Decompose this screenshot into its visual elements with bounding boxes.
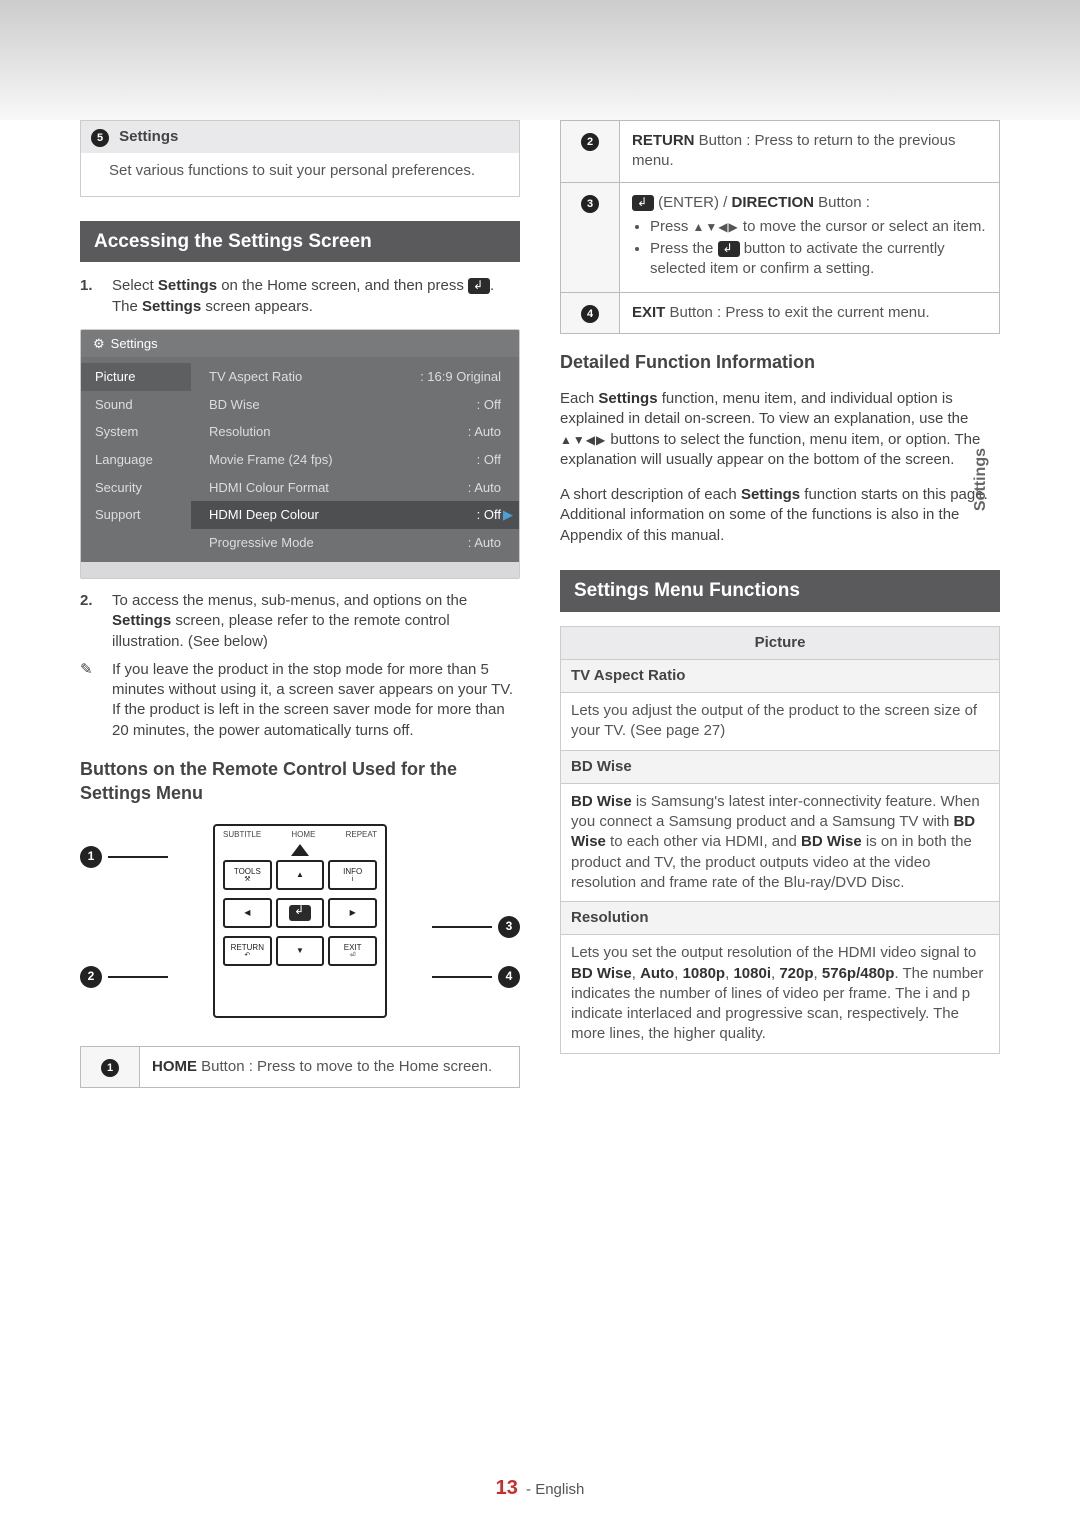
right-button: ▶ bbox=[328, 898, 377, 928]
remote-label-home: HOME bbox=[291, 830, 315, 841]
enter-icon bbox=[632, 195, 654, 211]
legend-3-text: (ENTER) / DIRECTION Button : Press to mo… bbox=[620, 182, 1000, 292]
note-mark: ✎ bbox=[80, 660, 102, 741]
legend-1-num: 1 bbox=[101, 1059, 119, 1077]
pin-4: 4 bbox=[498, 966, 520, 988]
side-tab-label: Settings bbox=[970, 448, 992, 511]
osd-left-item: Picture bbox=[81, 363, 191, 391]
page-top-gradient bbox=[0, 0, 1080, 120]
callout-5-body: Set various functions to suit your perso… bbox=[80, 153, 520, 196]
page-language: - English bbox=[526, 1481, 584, 1498]
legend-table-left: 1 HOME Button : Press to move to the Hom… bbox=[80, 1046, 520, 1088]
return-button: RETURN↶ bbox=[223, 936, 272, 966]
legend-4-num: 4 bbox=[581, 305, 599, 323]
step-1-number: 1. bbox=[80, 276, 102, 317]
left-button: ◀ bbox=[223, 898, 272, 928]
step-1-text: Select Settings on the Home screen, and … bbox=[112, 276, 520, 317]
remote-label-subtitle: SUBTITLE bbox=[223, 830, 261, 841]
osd-left-item: Sound bbox=[81, 391, 191, 419]
picture-section-title: Picture bbox=[560, 626, 1000, 660]
bd-wise-title: BD Wise bbox=[560, 751, 1000, 784]
legend-table-right: 2 RETURN Button : Press to return to the… bbox=[560, 120, 1000, 334]
detailed-info-p2: A short description of each Settings fun… bbox=[560, 485, 1000, 546]
osd-left-item: Support bbox=[81, 501, 191, 529]
pin-2: 2 bbox=[80, 966, 102, 988]
legend-2-num: 2 bbox=[581, 133, 599, 151]
resolution-title: Resolution bbox=[560, 902, 1000, 935]
remote-illustration: SUBTITLE HOME REPEAT TOOLS⚒ ▲ INFOi ◀ ▶ bbox=[213, 824, 387, 1018]
step-2-number: 2. bbox=[80, 591, 102, 652]
enter-icon bbox=[468, 278, 490, 294]
page-number: 13 bbox=[496, 1477, 518, 1499]
legend-1-text: HOME Button : Press to move to the Home … bbox=[140, 1046, 520, 1087]
bd-wise-body: BD Wise is Samsung's latest inter-connec… bbox=[560, 784, 1000, 902]
detailed-info-p1: Each Settings function, menu item, and i… bbox=[560, 389, 1000, 470]
up-button: ▲ bbox=[276, 860, 325, 890]
enter-icon bbox=[289, 905, 311, 921]
detailed-info-heading: Detailed Function Information bbox=[560, 350, 1000, 374]
settings-osd: Settings Picture Sound System Language S… bbox=[80, 329, 520, 579]
page-footer: 13 - English bbox=[0, 1475, 1080, 1502]
home-icon bbox=[291, 844, 309, 856]
down-button: ▼ bbox=[276, 936, 325, 966]
pin-3: 3 bbox=[498, 916, 520, 938]
direction-arrows-icon bbox=[693, 218, 739, 235]
osd-left-item: Language bbox=[81, 446, 191, 474]
osd-left-menu: Picture Sound System Language Security S… bbox=[81, 357, 191, 562]
enter-button bbox=[276, 898, 325, 928]
remote-label-repeat: REPEAT bbox=[346, 830, 377, 841]
pin-1: 1 bbox=[80, 846, 102, 868]
info-button: INFOi bbox=[328, 860, 377, 890]
callout-5-head: 5 Settings bbox=[80, 120, 520, 153]
legend-4-text: EXIT Button : Press to exit the current … bbox=[620, 292, 1000, 333]
step-2-text: To access the menus, sub-menus, and opti… bbox=[112, 591, 520, 652]
exit-button: EXIT⏎ bbox=[328, 936, 377, 966]
osd-right-list: TV Aspect Ratio: 16:9 Original BD Wise: … bbox=[191, 357, 519, 562]
callout-5-title: Settings bbox=[119, 128, 178, 145]
enter-icon bbox=[718, 241, 740, 257]
tools-button: TOOLS⚒ bbox=[223, 860, 272, 890]
osd-title: Settings bbox=[81, 330, 519, 358]
settings-menu-functions-heading: Settings Menu Functions bbox=[560, 570, 1000, 612]
osd-left-item: System bbox=[81, 418, 191, 446]
tv-aspect-ratio-body: Lets you adjust the output of the produc… bbox=[560, 693, 1000, 751]
resolution-body: Lets you set the output resolution of th… bbox=[560, 935, 1000, 1053]
osd-left-item: Security bbox=[81, 474, 191, 502]
side-tab: Settings bbox=[970, 430, 992, 530]
legend-3-num: 3 bbox=[581, 195, 599, 213]
remote-buttons-heading: Buttons on the Remote Control Used for t… bbox=[80, 757, 520, 806]
note-text: If you leave the product in the stop mod… bbox=[112, 660, 520, 741]
callout-5-number: 5 bbox=[91, 129, 109, 147]
accessing-settings-heading: Accessing the Settings Screen bbox=[80, 221, 520, 263]
tv-aspect-ratio-title: TV Aspect Ratio bbox=[560, 660, 1000, 693]
direction-arrows-icon bbox=[560, 431, 606, 448]
legend-2-text: RETURN Button : Press to return to the p… bbox=[620, 121, 1000, 183]
